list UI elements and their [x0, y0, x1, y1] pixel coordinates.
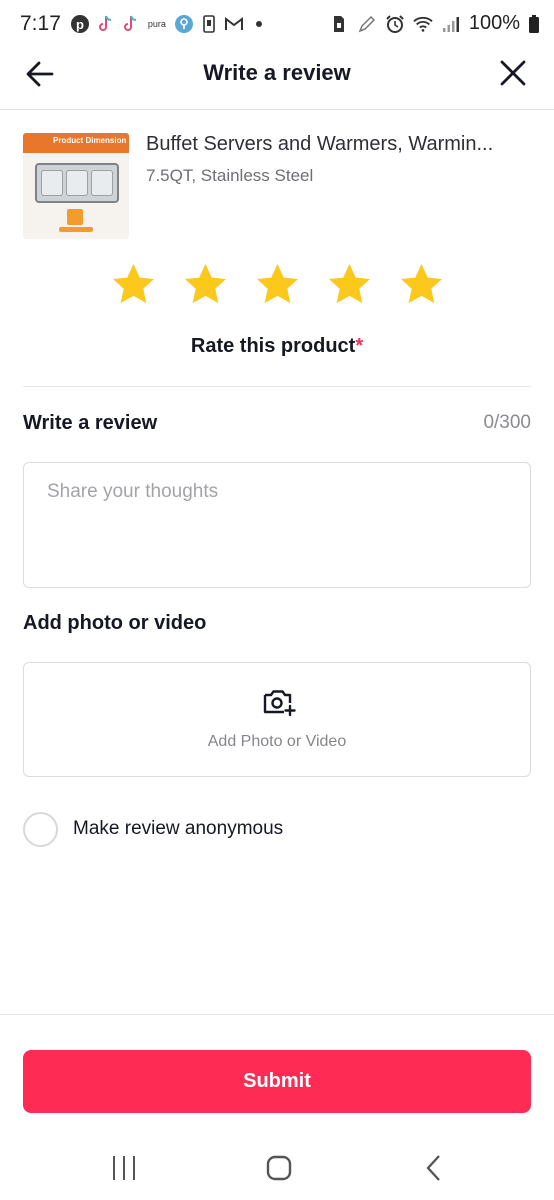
status-right: 100% — [329, 12, 540, 35]
recent-apps-icon — [113, 1156, 135, 1180]
page-title: Write a review — [203, 60, 351, 85]
thumb-dish — [41, 170, 63, 196]
product-image: Product Dimension — [23, 133, 129, 239]
anonymous-label: Make review anonymous — [73, 818, 284, 839]
star-rating — [0, 262, 554, 307]
product-summary: Product Dimension Buffet Servers and War… — [23, 133, 531, 239]
gmail-icon — [224, 14, 244, 34]
thumb-price-bar — [59, 227, 93, 232]
add-media-button[interactable]: Add Photo or Video — [23, 662, 531, 777]
thumb-tray — [35, 163, 119, 203]
battery-percent: 100% — [468, 12, 520, 34]
camera-add-icon — [263, 690, 296, 717]
nav-back-button[interactable] — [414, 1150, 454, 1186]
rate-label: Rate this product* — [0, 335, 554, 358]
divider — [23, 386, 531, 387]
star-icon[interactable] — [398, 262, 445, 307]
thumb-dish — [91, 170, 113, 196]
star-icon[interactable] — [326, 262, 373, 307]
star-icon[interactable] — [254, 262, 301, 307]
recent-apps-button[interactable] — [104, 1150, 144, 1186]
system-nav-bar — [0, 1136, 554, 1200]
star-icon[interactable] — [110, 262, 157, 307]
media-section-title: Add photo or video — [23, 612, 207, 634]
rate-label-text: Rate this product — [190, 335, 356, 357]
phone-icon — [199, 14, 219, 34]
status-time: 7:17 — [20, 12, 61, 35]
dot-icon — [249, 14, 269, 34]
review-input[interactable] — [47, 481, 507, 569]
tiktok-icon — [95, 14, 115, 34]
thumb-price-tag — [67, 209, 83, 225]
anonymous-radio[interactable] — [23, 811, 58, 847]
star-icon[interactable] — [182, 262, 229, 307]
submit-button[interactable]: Submit — [23, 1050, 531, 1113]
signal-icon — [441, 14, 461, 34]
pen-icon — [357, 14, 377, 34]
thumb-dish — [66, 170, 88, 196]
back-icon — [426, 1155, 440, 1181]
thumb-banner: Product Dimension — [23, 133, 129, 153]
tiktok-icon — [120, 14, 140, 34]
close-button[interactable] — [498, 58, 528, 88]
review-section-title: Write a review — [23, 412, 158, 434]
wifi-icon — [413, 14, 433, 34]
alarm-icon — [385, 14, 405, 34]
home-button[interactable] — [259, 1150, 299, 1186]
char-count: 0/300 — [483, 412, 531, 433]
home-icon — [266, 1155, 292, 1181]
status-left: 7:17 p pura — [20, 12, 269, 36]
header: Write a review — [0, 50, 554, 110]
review-box — [23, 462, 531, 588]
product-variant: 7.5QT, Stainless Steel — [146, 166, 314, 185]
anonymous-toggle[interactable]: Make review anonymous — [23, 811, 423, 847]
location-icon — [174, 14, 194, 34]
sim-icon — [329, 14, 349, 34]
bottom-divider — [0, 1014, 554, 1015]
pura-text: pura — [147, 19, 166, 29]
product-title: Buffet Servers and Warmers, Warmin... — [146, 133, 494, 155]
status-bar: 7:17 p pura 100% — [0, 0, 554, 50]
close-icon — [500, 60, 526, 86]
svg-text:p: p — [76, 17, 84, 32]
add-media-label: Add Photo or Video — [207, 733, 347, 750]
required-mark: * — [355, 335, 364, 357]
pinterest-icon: p — [70, 14, 90, 34]
battery-icon — [528, 14, 540, 34]
pura-icon: pura — [145, 14, 169, 34]
thumb-banner-text: Product Dimension — [53, 136, 127, 145]
